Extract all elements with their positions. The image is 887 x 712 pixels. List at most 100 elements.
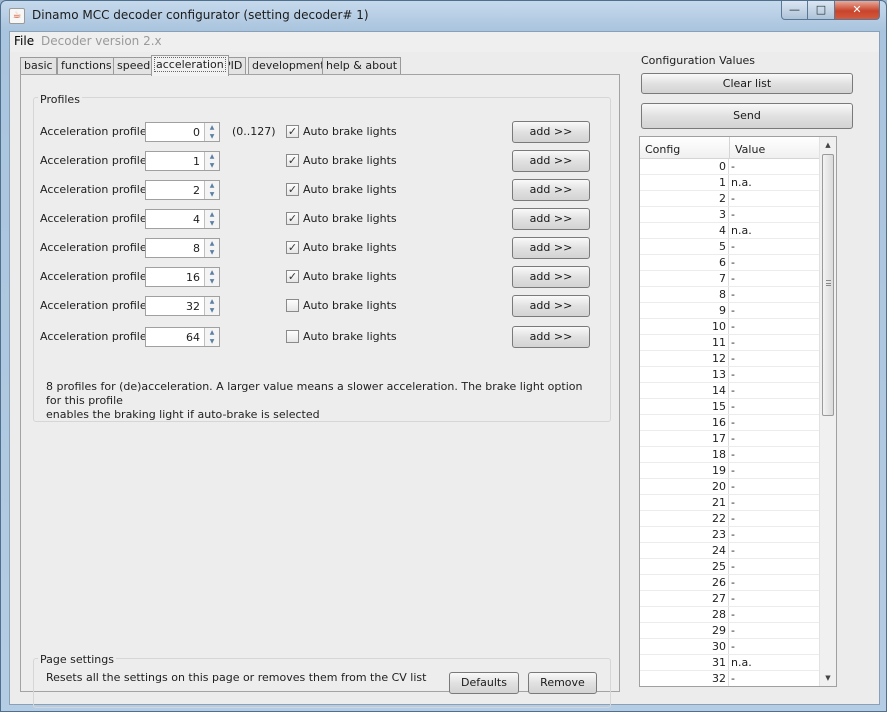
chevron-down-icon[interactable]: ▼ [205,337,219,346]
chevron-down-icon[interactable]: ▼ [205,161,219,170]
table-row[interactable]: 10- [640,319,820,335]
chevron-up-icon[interactable]: ▲ [205,210,219,219]
cv-config-cell[interactable]: 14 [640,383,729,398]
table-row[interactable]: 14- [640,383,820,399]
add-button-4[interactable]: add >> [512,237,590,259]
table-row[interactable]: 5- [640,239,820,255]
chevron-up-icon[interactable]: ▲ [205,181,219,190]
cv-value-cell[interactable]: - [731,383,735,398]
cv-value-cell[interactable]: - [731,671,735,686]
auto-brake-label[interactable]: Auto brake lights [303,125,397,138]
table-row[interactable]: 30- [640,639,820,655]
table-row[interactable]: 22- [640,511,820,527]
cv-value-cell[interactable]: - [731,239,735,254]
cv-value-cell[interactable]: - [731,367,735,382]
scrollbar-thumb[interactable] [822,154,834,416]
column-value[interactable]: Value [735,143,765,156]
profile-value-spinner-2[interactable]: 2 ▲ ▼ [145,180,220,200]
auto-brake-label[interactable]: Auto brake lights [303,212,397,225]
cv-config-cell[interactable]: 32 [640,671,729,686]
add-button-6[interactable]: add >> [512,295,590,317]
add-button-1[interactable]: add >> [512,150,590,172]
column-divider[interactable] [729,137,730,159]
auto-brake-checkbox-3[interactable]: ✓ [286,212,299,225]
auto-brake-label[interactable]: Auto brake lights [303,270,397,283]
chevron-down-icon[interactable]: ▼ [205,190,219,199]
spinner-buttons[interactable]: ▲ ▼ [204,328,219,346]
cv-config-cell[interactable]: 10 [640,319,729,334]
cv-config-cell[interactable]: 30 [640,639,729,654]
tab-speed[interactable]: speed [113,57,155,75]
cv-value-cell[interactable]: - [731,319,735,334]
cv-config-cell[interactable]: 18 [640,447,729,462]
cv-config-cell[interactable]: 5 [640,239,729,254]
spinner-buttons[interactable]: ▲ ▼ [204,152,219,170]
cv-config-cell[interactable]: 31 [640,655,729,670]
profile-value-spinner-7[interactable]: 64 ▲ ▼ [145,327,220,347]
cv-config-cell[interactable]: 29 [640,623,729,638]
auto-brake-label[interactable]: Auto brake lights [303,299,397,312]
cv-config-cell[interactable]: 0 [640,159,729,174]
cv-value-cell[interactable]: - [731,511,735,526]
column-config[interactable]: Config [645,143,680,156]
cv-value-cell[interactable]: - [731,495,735,510]
cv-config-cell[interactable]: 9 [640,303,729,318]
spinner-buttons[interactable]: ▲ ▼ [204,123,219,141]
cv-value-cell[interactable]: n.a. [731,655,752,670]
cv-value-cell[interactable]: - [731,191,735,206]
table-row[interactable]: 31 n.a. [640,655,820,671]
table-row[interactable]: 23- [640,527,820,543]
cv-value-cell[interactable]: - [731,351,735,366]
add-button-3[interactable]: add >> [512,208,590,230]
chevron-up-icon[interactable]: ▲ [205,152,219,161]
table-row[interactable]: 19- [640,463,820,479]
cv-value-cell[interactable]: - [731,287,735,302]
cv-value-cell[interactable]: - [731,639,735,654]
spinner-buttons[interactable]: ▲ ▼ [204,268,219,286]
chevron-up-icon[interactable]: ▲ [205,239,219,248]
table-row[interactable]: 11- [640,335,820,351]
table-row[interactable]: 8- [640,287,820,303]
cv-value-cell[interactable]: - [731,463,735,478]
profile-value-spinner-5[interactable]: 16 ▲ ▼ [145,267,220,287]
tab-acceleration[interactable]: acceleration [151,55,229,76]
cv-config-cell[interactable]: 2 [640,191,729,206]
cv-value-cell[interactable]: - [731,543,735,558]
table-row[interactable]: 1 n.a. [640,175,820,191]
cv-config-cell[interactable]: 6 [640,255,729,270]
table-row[interactable]: 17- [640,431,820,447]
cv-config-cell[interactable]: 27 [640,591,729,606]
cv-value-cell[interactable]: - [731,159,735,174]
cv-config-cell[interactable]: 8 [640,287,729,302]
chevron-down-icon[interactable]: ▼ [205,132,219,141]
config-values-table[interactable]: Config Value 0-1 n.a. 2-3-4 n.a. 5-6-7-8-9-1… [639,136,837,687]
cv-value-cell[interactable]: - [731,207,735,222]
maximize-button[interactable]: □ [808,1,835,20]
profile-value-spinner-6[interactable]: 32 ▲ ▼ [145,296,220,316]
add-button-0[interactable]: add >> [512,121,590,143]
table-scrollbar[interactable]: ▲ ▼ [819,137,836,686]
spinner-buttons[interactable]: ▲ ▼ [204,239,219,257]
cv-config-cell[interactable]: 1 [640,175,729,190]
cv-value-cell[interactable]: - [731,335,735,350]
cv-value-cell[interactable]: - [731,575,735,590]
cv-config-cell[interactable]: 12 [640,351,729,366]
chevron-up-icon[interactable]: ▲ [205,297,219,306]
cv-config-cell[interactable]: 7 [640,271,729,286]
auto-brake-checkbox-0[interactable]: ✓ [286,125,299,138]
cv-value-cell[interactable]: - [731,415,735,430]
remove-button[interactable]: Remove [528,672,597,694]
auto-brake-label[interactable]: Auto brake lights [303,241,397,254]
auto-brake-checkbox-1[interactable]: ✓ [286,154,299,167]
cv-value-cell[interactable]: - [731,559,735,574]
table-row[interactable]: 15- [640,399,820,415]
chevron-down-icon[interactable]: ▼ [205,219,219,228]
cv-value-cell[interactable]: - [731,255,735,270]
tab-development[interactable]: development [248,57,329,75]
chevron-up-icon[interactable]: ▲ [205,268,219,277]
cv-config-cell[interactable]: 16 [640,415,729,430]
scroll-up-icon[interactable]: ▲ [820,137,836,153]
cv-config-cell[interactable]: 23 [640,527,729,542]
table-row[interactable]: 9- [640,303,820,319]
cv-config-cell[interactable]: 21 [640,495,729,510]
